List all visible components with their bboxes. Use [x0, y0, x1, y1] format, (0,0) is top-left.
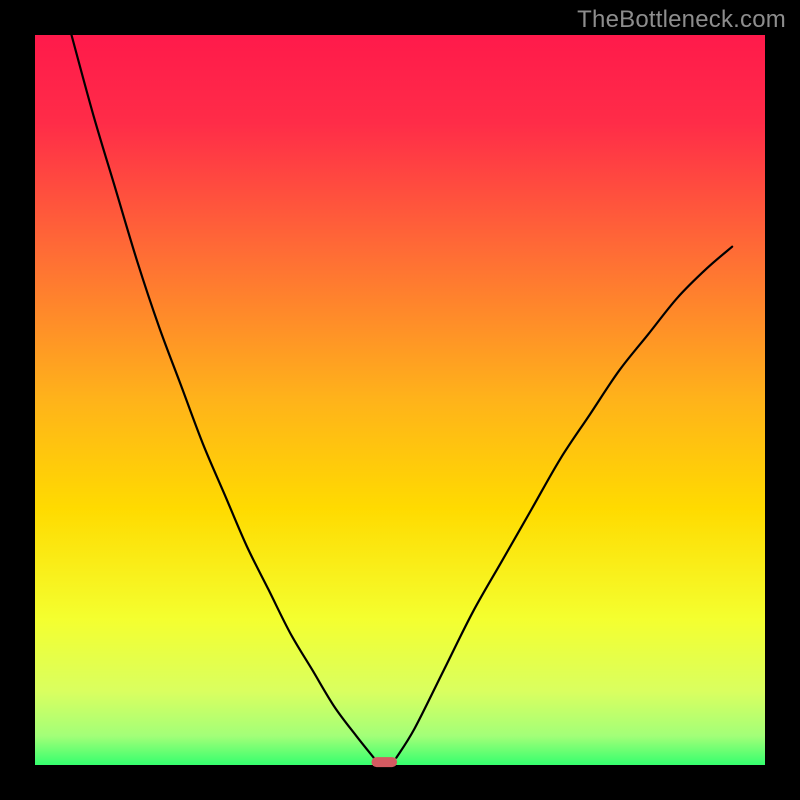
watermark-text: TheBottleneck.com: [577, 6, 786, 34]
valley-marker: [372, 757, 398, 767]
plot-area: [35, 35, 765, 765]
chart-container: TheBottleneck.com: [0, 0, 800, 800]
valley-marker-shape: [372, 757, 398, 767]
bottleneck-chart: [0, 0, 800, 800]
